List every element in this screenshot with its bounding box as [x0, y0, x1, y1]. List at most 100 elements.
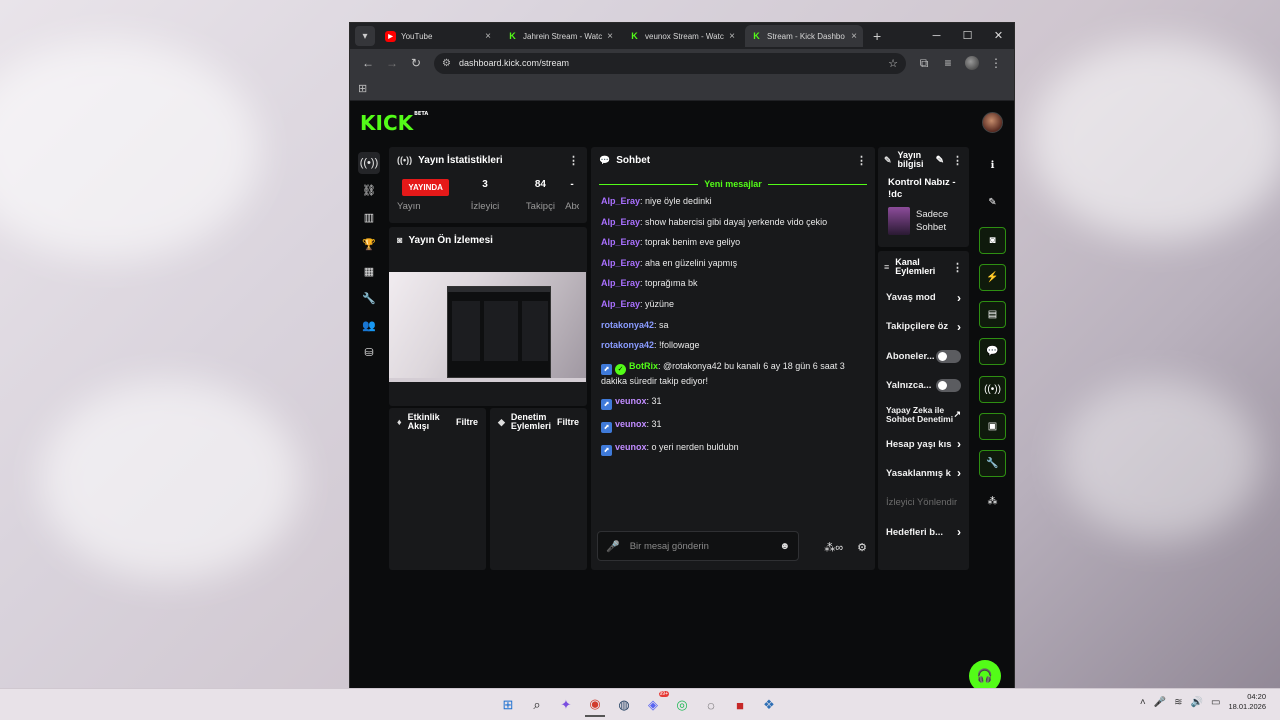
settings-icon[interactable]: ⚙ [857, 541, 867, 554]
stream-preview-image[interactable] [389, 272, 586, 382]
chat-message[interactable]: ⬈ veunox: 31 [601, 395, 865, 411]
chevron-right-icon[interactable]: › [957, 437, 961, 451]
battery-icon[interactable]: ▭ [1211, 697, 1220, 708]
microphone-icon[interactable]: 🎤 [1154, 697, 1166, 708]
emotes-icon[interactable]: ⁂∞ [824, 541, 843, 554]
more-icon[interactable]: ⋮ [952, 154, 963, 167]
chat-message[interactable]: ⬈ veunox: 31 [601, 418, 865, 433]
notes-icon[interactable]: ▤ [979, 301, 1006, 329]
tab-close-icon[interactable]: × [485, 31, 491, 42]
bookmark-star-icon[interactable]: ☆ [888, 57, 898, 70]
minimize-icon[interactable]: ─ [921, 23, 952, 49]
channel-action-item[interactable]: Yasaklanmış k › [878, 459, 969, 488]
chat-message[interactable]: Alp_Eray: yüzüne [601, 298, 865, 311]
chat-username[interactable]: veunox [615, 442, 647, 452]
tray-overflow-icon[interactable]: ˄ [1140, 697, 1146, 708]
chat-message[interactable]: rotakonya42: !followage [601, 339, 865, 352]
close-icon[interactable]: ✕ [983, 23, 1014, 49]
chevron-right-icon[interactable]: › [957, 525, 961, 539]
chat-message[interactable]: ⬈ veunox: o yeri nerden buldubn [601, 441, 865, 456]
chat-message[interactable]: Alp_Eray: aha en güzelini yapmış [601, 257, 865, 270]
forward-icon[interactable]: → [380, 52, 404, 74]
discord-icon[interactable]: ◈ 99+ [643, 691, 669, 717]
browser-tab[interactable]: Kveunox Stream - Watc × [623, 25, 741, 47]
chat-username[interactable]: veunox [615, 419, 647, 429]
spotify-icon[interactable]: ◎ [672, 693, 692, 717]
nav-link-icon[interactable]: ⛓ [358, 179, 380, 201]
browser-tab[interactable]: K Jahrein Stream - Watc × [501, 25, 619, 47]
tab-close-icon[interactable]: × [607, 31, 613, 42]
new-tab-button[interactable]: + [873, 28, 881, 44]
support-headset-button[interactable]: 🎧 [969, 660, 1001, 688]
steam-icon[interactable]: ◍ [614, 693, 634, 717]
chrome-icon[interactable]: ◉ [585, 693, 605, 717]
maximize-icon[interactable]: ☐ [952, 23, 983, 49]
apps-grid-icon[interactable]: ⊞ [358, 82, 367, 95]
tab-close-icon[interactable]: × [729, 31, 735, 42]
nav-trophy-icon[interactable]: 🏆 [358, 233, 380, 255]
activity-filter-button[interactable]: Filtre [456, 417, 478, 427]
chevron-right-icon[interactable]: › [957, 466, 961, 480]
channel-action-item[interactable]: Takipçilere öz › [878, 312, 969, 341]
chat-username[interactable]: veunox [615, 396, 647, 406]
channel-action-item[interactable]: Yalnızca... [878, 371, 969, 400]
obs-icon[interactable]: ◌ [701, 693, 721, 717]
chat-username[interactable]: Alp_Eray [601, 258, 640, 268]
site-settings-icon[interactable]: ⚙ [442, 58, 451, 69]
channel-action-item[interactable]: Hesap yaşı kıs › [878, 429, 969, 458]
browser-tab[interactable]: K Stream - Kick Dashbo × [745, 25, 863, 47]
mod-filter-button[interactable]: Filtre [557, 417, 579, 427]
user-avatar[interactable] [982, 112, 1003, 133]
volume-icon[interactable]: 🔊 [1191, 697, 1203, 708]
broadcast-toggle-icon[interactable]: ((•)) [979, 375, 1006, 403]
back-icon[interactable]: ← [356, 52, 380, 74]
edit-icon[interactable]: ✎ [936, 155, 944, 166]
clock[interactable]: 04:20 18.01.2026 [1228, 692, 1266, 712]
pencil-icon[interactable]: ✎ [979, 189, 1006, 216]
channel-action-item[interactable]: Aboneler... [878, 342, 969, 371]
browser-tab[interactable]: ▶ YouTube × [379, 25, 497, 47]
chevron-right-icon[interactable]: › [957, 320, 961, 334]
chat-username[interactable]: rotakonya42 [601, 320, 654, 330]
chat-username[interactable]: Alp_Eray [601, 196, 640, 206]
media-icon[interactable]: ≡ [936, 52, 960, 74]
chat-username[interactable]: Alp_Eray [601, 217, 640, 227]
info-circle-icon[interactable]: ℹ [979, 152, 1006, 179]
chat-message[interactable]: Alp_Eray: show habercisi gibi dayaj yerk… [601, 216, 865, 229]
chat-username[interactable]: Alp_Eray [601, 299, 640, 309]
address-bar[interactable]: ⚙ dashboard.kick.com/stream ☆ [434, 52, 906, 74]
preview-toggle-icon[interactable]: ◙ [979, 226, 1006, 254]
channel-action-item[interactable]: Yavaş mod › [878, 283, 969, 312]
nav-users-icon[interactable]: 👥 [358, 314, 380, 336]
profile-icon[interactable] [960, 52, 984, 74]
more-icon[interactable]: ⋮ [856, 154, 867, 167]
nav-wrench-icon[interactable]: 🔧 [358, 287, 380, 309]
wrench-icon[interactable]: 🔧 [979, 450, 1006, 478]
copilot-icon[interactable]: ✦ [556, 693, 576, 717]
emotes-rail-icon[interactable]: ⁂ [979, 488, 1006, 515]
new-messages-divider[interactable]: Yeni mesajlar [599, 179, 868, 189]
nav-analytics-icon[interactable]: ▥ [358, 206, 380, 228]
tab-close-icon[interactable]: × [851, 31, 857, 42]
chat-message[interactable]: Alp_Eray: niye öyle dedinki [601, 195, 865, 208]
extensions-icon[interactable]: ⧉ [912, 52, 936, 74]
menu-icon[interactable]: ⋮ [984, 52, 1008, 74]
chat-username[interactable]: Alp_Eray [601, 237, 640, 247]
bolt-icon[interactable]: ⚡ [979, 263, 1006, 291]
toggle-switch[interactable] [936, 349, 961, 363]
mic-icon[interactable]: 🎤 [606, 540, 620, 553]
chat-message[interactable]: Alp_Eray: toprak benim eve geliyo [601, 236, 865, 249]
emoji-icon[interactable]: ☻ [779, 541, 790, 552]
channel-action-item[interactable]: Yapay Zeka ile Sohbet Denetimi ↗ [878, 400, 969, 429]
kick-logo[interactable]: KICKBETA [360, 111, 428, 135]
chat-username[interactable]: Alp_Eray [601, 278, 640, 288]
reload-icon[interactable]: ↻ [404, 52, 428, 74]
channel-action-item[interactable]: Hedefleri b... › [878, 517, 969, 546]
chat-toggle-icon[interactable]: 💬 [979, 338, 1006, 366]
more-icon[interactable]: ⋮ [952, 261, 963, 274]
tab-search-button[interactable]: ▾ [355, 26, 375, 46]
windows-start-icon[interactable]: ⊞ [498, 693, 518, 717]
chevron-right-icon[interactable]: › [957, 291, 961, 305]
nav-video-icon[interactable]: ▦ [358, 260, 380, 282]
app-blue-icon[interactable]: ❖ [759, 693, 779, 717]
